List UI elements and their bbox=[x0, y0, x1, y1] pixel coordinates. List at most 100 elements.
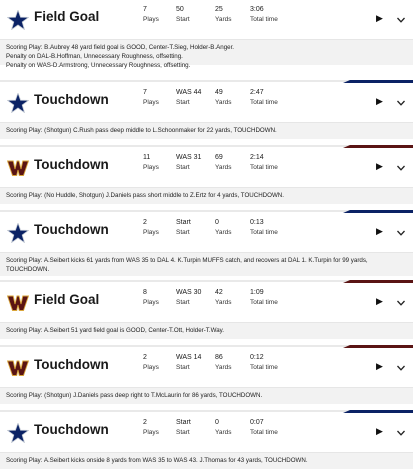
play-icon[interactable]: ▶ bbox=[376, 96, 383, 107]
stat-plays-value: 2 bbox=[143, 219, 147, 226]
play-icon[interactable]: ▶ bbox=[376, 161, 383, 172]
stat-yards-value: 49 bbox=[215, 89, 223, 96]
stat-start: WAS 30 Start bbox=[176, 288, 201, 308]
stat-total-time-value: 3:06 bbox=[250, 6, 264, 13]
stat-plays-label: Plays bbox=[143, 229, 159, 236]
stat-total-time-label: Total time bbox=[250, 364, 278, 371]
drive-result-title: Touchdown bbox=[34, 222, 109, 237]
stat-yards-value: 86 bbox=[215, 354, 223, 361]
stat-start: 50 Start bbox=[176, 5, 190, 25]
stat-plays: 7 Plays bbox=[143, 5, 159, 25]
stat-total-time-label: Total time bbox=[250, 99, 278, 106]
drive-result-title: Touchdown bbox=[34, 422, 109, 437]
play-icon[interactable]: ▶ bbox=[376, 296, 383, 307]
chevron-down-icon[interactable] bbox=[396, 160, 406, 171]
stat-total-time-label: Total time bbox=[250, 229, 278, 236]
cowboys-star-logo-icon bbox=[6, 8, 30, 31]
stat-start: WAS 44 Start bbox=[176, 88, 201, 108]
stat-yards: 49 Yards bbox=[215, 88, 232, 108]
scoring-drive-card: Touchdown 11 Plays WAS 31 Start 69 Yards 2:14 To… bbox=[0, 145, 413, 204]
stat-start: WAS 14 Start bbox=[176, 353, 201, 373]
stat-total-time-label: Total time bbox=[250, 16, 278, 23]
stat-start-value: WAS 44 bbox=[176, 89, 202, 96]
stat-plays: 8 Plays bbox=[143, 288, 159, 308]
stat-plays-value: 7 bbox=[143, 89, 147, 96]
drive-header[interactable]: Touchdown 7 Plays WAS 44 Start 49 Yards 2:47 Tot… bbox=[0, 83, 413, 123]
stat-total-time-value: 1:09 bbox=[250, 289, 264, 296]
drive-header[interactable]: Touchdown 2 Plays WAS 14 Start 86 Yards 0:12 Tot… bbox=[0, 348, 413, 388]
chevron-down-icon[interactable] bbox=[396, 295, 406, 306]
stat-yards-value: 42 bbox=[215, 289, 223, 296]
stat-yards-value: 0 bbox=[215, 419, 219, 426]
cowboys-star-logo-icon bbox=[6, 221, 30, 244]
stat-yards-label: Yards bbox=[215, 16, 232, 23]
stat-start-label: Start bbox=[176, 364, 190, 371]
drive-result-title: Touchdown bbox=[34, 157, 109, 172]
chevron-down-icon[interactable] bbox=[396, 360, 406, 371]
stat-total-time-label: Total time bbox=[250, 429, 278, 436]
stat-yards-label: Yards bbox=[215, 164, 232, 171]
scoring-play-line: Scoring Play: (No Huddle, Shotgun) J.Dan… bbox=[6, 192, 284, 199]
stat-plays-label: Plays bbox=[143, 299, 159, 306]
chevron-down-icon[interactable] bbox=[396, 225, 406, 236]
play-icon[interactable]: ▶ bbox=[376, 226, 383, 237]
stat-plays-label: Plays bbox=[143, 164, 159, 171]
stat-yards: 0 Yards bbox=[215, 418, 232, 438]
stat-plays-value: 2 bbox=[143, 354, 147, 361]
stat-start: Start Start bbox=[176, 418, 191, 438]
stat-start: WAS 31 Start bbox=[176, 153, 201, 173]
stat-start-value: Start bbox=[176, 219, 191, 226]
stat-yards: 25 Yards bbox=[215, 5, 232, 25]
stat-total-time: 0:13 Total time bbox=[250, 218, 278, 238]
scoring-play-description: Scoring Play: A.Seibert kicks 61 yards f… bbox=[0, 253, 413, 276]
stat-total-time: 1:09 Total time bbox=[250, 288, 278, 308]
stat-yards-label: Yards bbox=[215, 299, 232, 306]
stat-yards-label: Yards bbox=[215, 429, 232, 436]
stat-total-time-value: 2:14 bbox=[250, 154, 264, 161]
drive-header[interactable]: Field Goal 8 Plays WAS 30 Start 42 Yards 1:09 To… bbox=[0, 283, 413, 323]
stat-total-time-value: 0:07 bbox=[250, 419, 264, 426]
stat-yards-value: 0 bbox=[215, 219, 219, 226]
chevron-down-icon[interactable] bbox=[396, 12, 406, 23]
scoring-drive-card: Field Goal 7 Plays 50 Start 25 Yards 3:06 Total … bbox=[0, 0, 413, 69]
stat-yards-label: Yards bbox=[215, 99, 232, 106]
stat-start-value: WAS 31 bbox=[176, 154, 202, 161]
stat-start-label: Start bbox=[176, 299, 190, 306]
stat-plays: 2 Plays bbox=[143, 353, 159, 373]
scoring-play-description: Scoring Play: (No Huddle, Shotgun) J.Dan… bbox=[0, 188, 413, 204]
drive-header[interactable]: Touchdown 11 Plays WAS 31 Start 69 Yards 2:14 To… bbox=[0, 148, 413, 188]
scoring-drive-card: Touchdown 2 Plays Start Start 0 Yards 0:07 Total… bbox=[0, 410, 413, 469]
scoring-play-description: Scoring Play: A.Seibert kicks onside 8 y… bbox=[0, 453, 413, 469]
stat-yards-label: Yards bbox=[215, 229, 232, 236]
drive-header[interactable]: Touchdown 2 Plays Start Start 0 Yards 0:07 Total… bbox=[0, 413, 413, 453]
stat-start-label: Start bbox=[176, 429, 190, 436]
drive-header[interactable]: Field Goal 7 Plays 50 Start 25 Yards 3:06 Total … bbox=[0, 0, 413, 40]
scoring-play-description: Scoring Play: (Shotgun) J.Daniels pass d… bbox=[0, 388, 413, 404]
stat-plays: 11 Plays bbox=[143, 153, 159, 173]
scoring-play-line: Scoring Play: (Shotgun) J.Daniels pass d… bbox=[6, 392, 263, 399]
chevron-down-icon[interactable] bbox=[396, 425, 406, 436]
stat-total-time: 0:07 Total time bbox=[250, 418, 278, 438]
scoring-drive-card: Touchdown 2 Plays WAS 14 Start 86 Yards 0:12 Tot… bbox=[0, 345, 413, 404]
scoring-play-line: Scoring Play: A.Seibert kicks 61 yards f… bbox=[6, 257, 368, 264]
play-icon[interactable]: ▶ bbox=[376, 426, 383, 437]
stat-plays-label: Plays bbox=[143, 99, 159, 106]
scoring-play-line: TOUCHDOWN. bbox=[6, 266, 50, 273]
cowboys-star-logo-icon bbox=[6, 91, 30, 114]
scoring-play-line: Penalty on WAS-D.Armstrong, Unnecessary … bbox=[6, 62, 191, 69]
drive-result-title: Touchdown bbox=[34, 357, 109, 372]
stat-total-time: 3:06 Total time bbox=[250, 5, 278, 25]
stat-yards: 42 Yards bbox=[215, 288, 232, 308]
drive-result-title: Field Goal bbox=[34, 9, 100, 24]
stat-plays: 2 Plays bbox=[143, 418, 159, 438]
stat-start-value: Start bbox=[176, 419, 191, 426]
scoring-drive-card: Field Goal 8 Plays WAS 30 Start 42 Yards 1:09 To… bbox=[0, 280, 413, 339]
stat-total-time: 2:14 Total time bbox=[250, 153, 278, 173]
commanders-w-logo-icon bbox=[6, 158, 30, 178]
play-icon[interactable]: ▶ bbox=[376, 13, 383, 24]
play-icon[interactable]: ▶ bbox=[376, 361, 383, 372]
chevron-down-icon[interactable] bbox=[396, 95, 406, 106]
stat-yards-value: 69 bbox=[215, 154, 223, 161]
drive-header[interactable]: Touchdown 2 Plays Start Start 0 Yards 0:13 Total… bbox=[0, 213, 413, 253]
stat-yards: 0 Yards bbox=[215, 218, 232, 238]
